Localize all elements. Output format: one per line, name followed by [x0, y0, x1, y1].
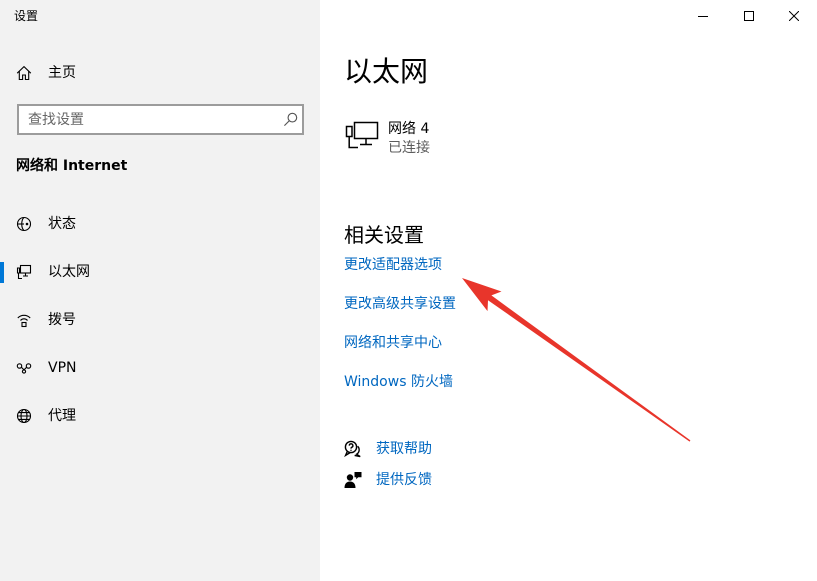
ethernet-network-icon	[345, 121, 379, 149]
window-title: 设置	[14, 9, 39, 23]
sidebar: 设置 主页 网络和 Internet	[0, 0, 320, 581]
sidebar-item-label: 以太网	[48, 264, 90, 280]
feedback-link[interactable]: 提供反馈	[344, 471, 564, 502]
close-button[interactable]	[771, 0, 817, 32]
maximize-button[interactable]	[726, 0, 772, 32]
maximize-icon	[744, 11, 754, 21]
sidebar-item-vpn[interactable]: VPN	[0, 348, 320, 388]
home-link[interactable]: 主页	[0, 53, 320, 93]
sidebar-item-proxy[interactable]: 代理	[0, 396, 320, 436]
sidebar-item-ethernet[interactable]: 以太网	[0, 252, 320, 292]
feedback-icon	[344, 471, 362, 489]
get-help-icon	[344, 440, 362, 458]
windows-firewall-link[interactable]: Windows 防火墙	[344, 373, 453, 391]
section-title: 网络和 Internet	[16, 158, 128, 174]
network-status-icon	[16, 216, 32, 232]
advanced-sharing-settings-link[interactable]: 更改高级共享设置	[344, 295, 456, 313]
selection-indicator	[0, 262, 4, 283]
sidebar-item-label: 代理	[48, 408, 76, 424]
close-icon	[789, 11, 799, 21]
main-content: 以太网 网络 4 已连接 相关设置 更改适配器选项 更改高级共享设置 网络和共享…	[320, 0, 817, 581]
minimize-button[interactable]	[680, 0, 726, 32]
proxy-globe-icon	[16, 408, 32, 424]
sidebar-item-label: 拨号	[48, 312, 76, 328]
related-settings-title: 相关设置	[344, 223, 424, 247]
sidebar-item-label: 状态	[48, 216, 76, 232]
minimize-icon	[698, 11, 708, 21]
home-label: 主页	[48, 65, 76, 81]
sidebar-item-label: VPN	[48, 360, 77, 376]
network-sharing-center-link[interactable]: 网络和共享中心	[344, 334, 442, 352]
home-icon	[16, 65, 32, 81]
ethernet-icon	[16, 264, 32, 280]
search-box	[17, 104, 304, 135]
dial-up-icon	[16, 312, 32, 328]
vpn-icon	[16, 360, 32, 376]
feedback-label: 提供反馈	[376, 472, 432, 488]
related-settings-links: 更改适配器选项 更改高级共享设置 网络和共享中心 Windows 防火墙	[344, 256, 664, 412]
network-status: 已连接	[388, 140, 430, 156]
page-title: 以太网	[344, 55, 429, 88]
network-name: 网络 4	[388, 121, 430, 137]
get-help-label: 获取帮助	[376, 441, 432, 457]
change-adapter-options-link[interactable]: 更改适配器选项	[344, 256, 442, 274]
sidebar-item-status[interactable]: 状态	[0, 204, 320, 244]
support-links: 获取帮助 提供反馈	[344, 440, 564, 502]
search-input[interactable]	[19, 106, 269, 133]
get-help-link[interactable]: 获取帮助	[344, 440, 564, 471]
search-icon[interactable]	[283, 112, 298, 127]
sidebar-item-dial-up[interactable]: 拨号	[0, 300, 320, 340]
